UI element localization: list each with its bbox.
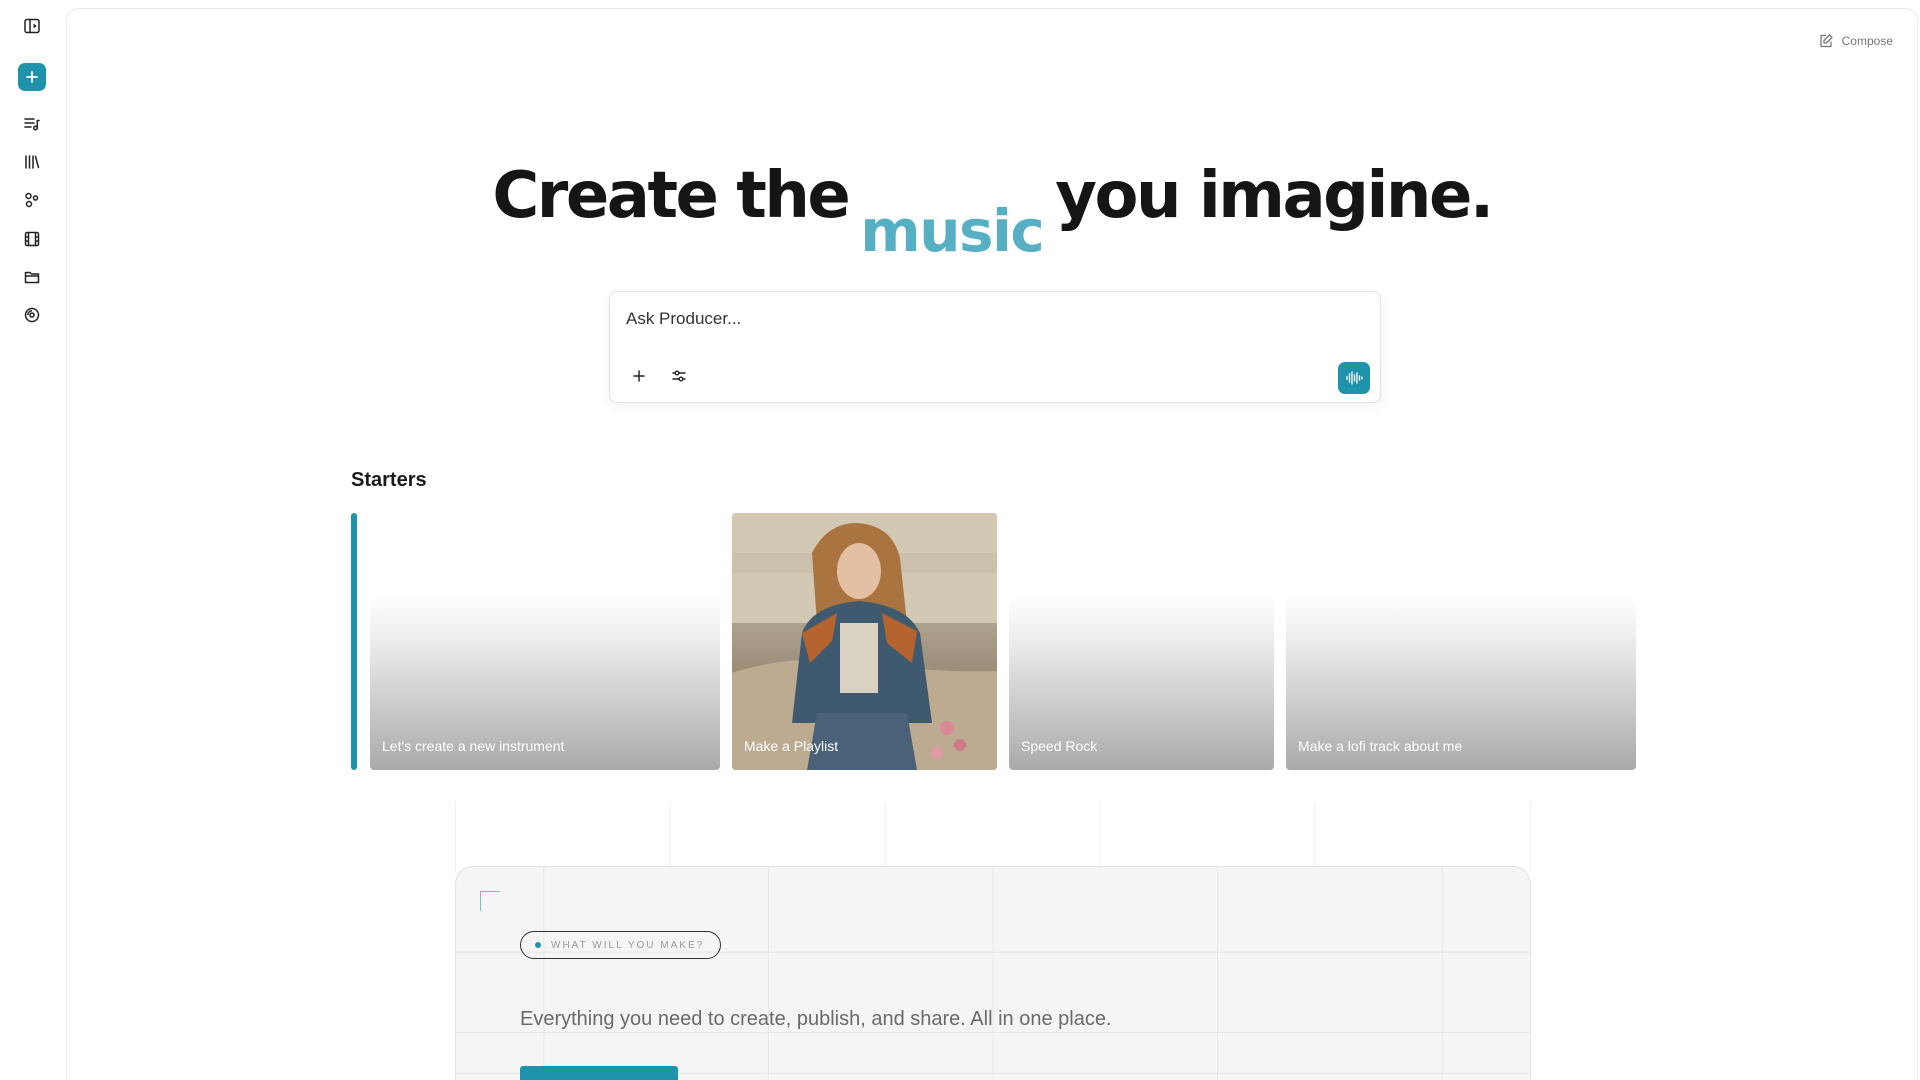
new-button[interactable] xyxy=(18,63,46,91)
promo-badge: WHAT WILL YOU MAKE? xyxy=(520,931,722,959)
main-panel: Compose Create themusicyou imagine. Star… xyxy=(66,8,1918,1080)
sidebar-item-artists[interactable] xyxy=(18,186,46,214)
starter-card-image xyxy=(732,513,997,770)
plus-icon xyxy=(633,370,645,382)
starter-card[interactable]: Let's create a new instrument xyxy=(370,513,720,770)
sidebar-item-queue[interactable] xyxy=(18,110,46,138)
sidebar-item-releases[interactable] xyxy=(18,301,46,329)
carousel-scroll-indicator xyxy=(351,513,357,770)
settings-button[interactable] xyxy=(667,364,691,388)
starter-card[interactable]: Make a lofi track about me xyxy=(1286,513,1636,770)
sidebar-item-videos[interactable] xyxy=(18,225,46,253)
compose-label: Compose xyxy=(1841,34,1893,48)
toggle-sidebar-icon xyxy=(24,18,40,34)
hero-accent-word: music xyxy=(860,197,1045,265)
voice-button[interactable] xyxy=(1338,362,1370,394)
sliders-icon xyxy=(672,370,686,382)
starter-card-label: Speed Rock xyxy=(1021,738,1098,754)
promo-section: WHAT WILL YOU MAKE? Everything you need … xyxy=(455,866,1531,1080)
badge-dot xyxy=(535,942,541,948)
left-rail xyxy=(0,0,66,1080)
waveform-icon xyxy=(1346,371,1363,385)
plus-icon xyxy=(26,71,38,83)
starter-card[interactable]: Make a Playlist xyxy=(732,513,997,770)
get-started-button[interactable]: Get Started xyxy=(520,1066,678,1080)
library-icon xyxy=(25,155,40,169)
disc-icon xyxy=(24,307,40,323)
toggle-sidebar-button[interactable] xyxy=(18,12,46,40)
background-grid xyxy=(455,802,1531,872)
compose-icon xyxy=(1819,34,1833,48)
promo-grid xyxy=(456,867,1530,1080)
artists-icon xyxy=(25,192,39,208)
sidebar-item-library[interactable] xyxy=(18,148,46,176)
compose-button[interactable]: Compose xyxy=(1818,33,1893,49)
starter-card-label: Make a lofi track about me xyxy=(1298,738,1463,754)
promo-tagline: Everything you need to create, publish, … xyxy=(520,1008,1112,1030)
sidebar-item-projects[interactable] xyxy=(18,263,46,291)
folder-icon xyxy=(24,271,40,284)
promo-badge-label: WHAT WILL YOU MAKE? xyxy=(551,939,705,951)
hero-text-end: you imagine. xyxy=(1055,159,1494,233)
corner-mark xyxy=(480,891,500,911)
starters-heading: Starters xyxy=(351,469,427,491)
starter-card[interactable]: Speed Rock xyxy=(1009,513,1274,770)
page-title: Create the music you imagine. xyxy=(67,159,1917,265)
starter-card-label: Let's create a new instrument xyxy=(382,738,565,754)
attach-button[interactable] xyxy=(627,364,651,388)
prompt-input[interactable] xyxy=(626,306,1326,332)
music-queue-icon xyxy=(24,118,40,131)
prompt-box xyxy=(609,291,1381,403)
film-icon xyxy=(24,231,40,247)
starter-card-label: Make a Playlist xyxy=(744,738,839,754)
hero-text-start: Create the xyxy=(492,159,850,233)
